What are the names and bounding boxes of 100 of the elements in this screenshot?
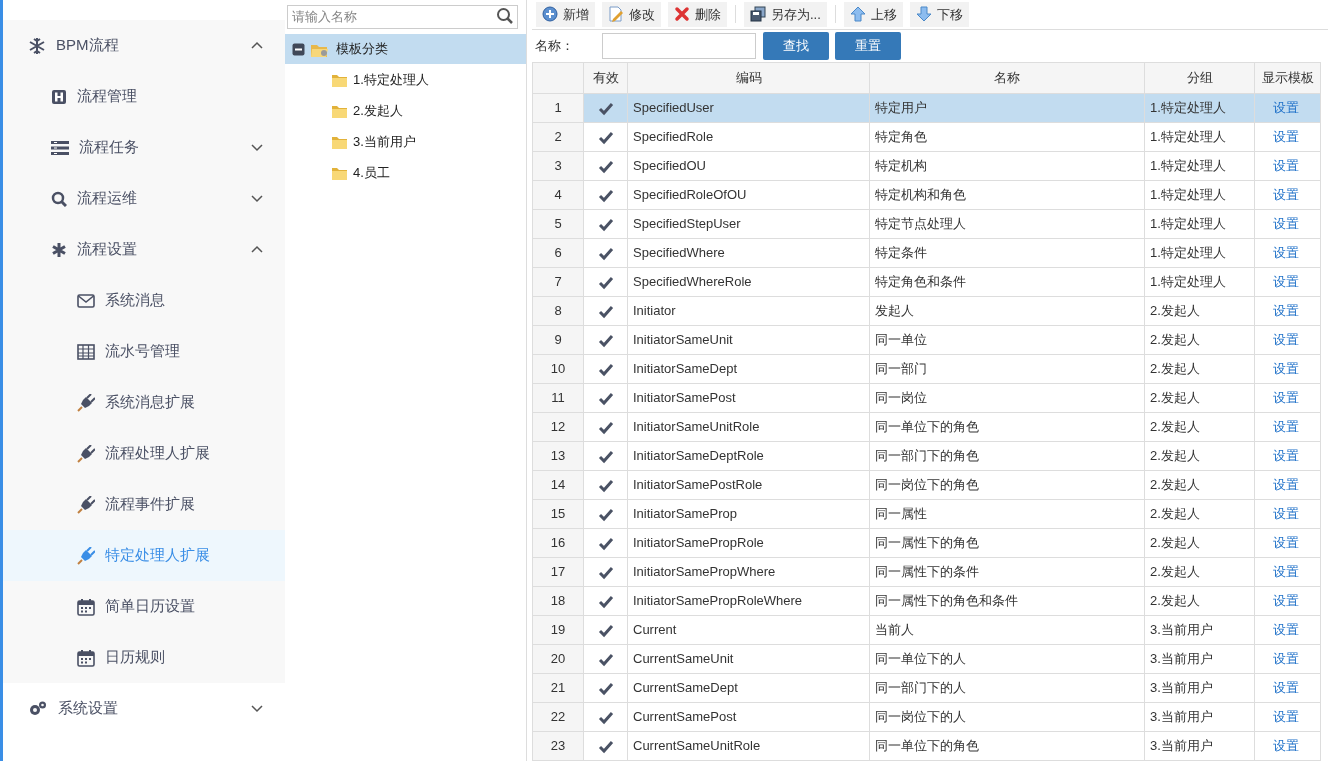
sidebar-item[interactable]: 流程任务: [3, 122, 285, 173]
sidebar-item[interactable]: 流程事件扩展: [3, 479, 285, 530]
table-icon: [77, 342, 95, 361]
table-cell: 2.发起人: [1144, 412, 1255, 442]
table-cell: SpecifiedUser: [627, 93, 870, 123]
table-cell: InitiatorSamePropRoleWhere: [627, 586, 870, 616]
table-cell: 同一单位下的角色: [869, 412, 1145, 442]
sidebar-item[interactable]: 流程设置: [3, 224, 285, 275]
toolbar-button[interactable]: 修改: [602, 1, 661, 27]
sidebar-item[interactable]: 系统消息扩展: [3, 377, 285, 428]
table-cell: 1.特定处理人: [1144, 267, 1255, 297]
table-cell: InitiatorSamePropWhere: [627, 557, 870, 587]
sidebar-item[interactable]: 流程运维: [3, 173, 285, 224]
table-cell: 发起人: [869, 296, 1145, 326]
row-number: 23: [532, 731, 584, 761]
row-number: 19: [532, 615, 584, 645]
filter-button[interactable]: 查找: [763, 31, 829, 60]
toolbar-button[interactable]: 上移: [843, 1, 903, 27]
plug-icon: [77, 393, 95, 412]
gears-icon: [28, 699, 48, 718]
table-cell: 同一属性下的条件: [869, 557, 1145, 587]
table-cell: 3.当前用户: [1144, 731, 1255, 761]
toolbar-button[interactable]: 删除: [668, 1, 727, 27]
search-icon[interactable]: [496, 7, 514, 25]
sidebar-item[interactable]: 流程管理: [3, 71, 285, 122]
plus-icon: [542, 6, 558, 23]
table-cell: SpecifiedRoleOfOU: [627, 180, 870, 210]
table-cell: CurrentSameUnitRole: [627, 731, 870, 761]
list-icon: [51, 138, 69, 157]
table-cell: SpecifiedStepUser: [627, 209, 870, 239]
column-header[interactable]: 编码: [627, 62, 870, 94]
table-cell: InitiatorSameUnitRole: [627, 412, 870, 442]
row-number: 15: [532, 499, 584, 529]
table-cell: 同一单位: [869, 325, 1145, 355]
filter-button[interactable]: 重置: [835, 31, 901, 60]
toolbar-button[interactable]: 下移: [909, 1, 969, 27]
table-cell: 3.当前用户: [1144, 673, 1255, 703]
table-cell: 特定角色: [869, 122, 1145, 152]
snowflake-icon: [28, 36, 46, 55]
table-cell: 2.发起人: [1144, 470, 1255, 500]
row-number: 4: [532, 180, 584, 210]
save-icon: [750, 6, 766, 23]
asterisk-icon: [51, 241, 67, 258]
column-header[interactable]: 显示模板: [1254, 62, 1321, 94]
column-header[interactable]: 名称: [869, 62, 1145, 94]
table-cell: 3.当前用户: [1144, 615, 1255, 645]
table-cell: 1.特定处理人: [1144, 122, 1255, 152]
column-header[interactable]: 分组: [1144, 62, 1255, 94]
tree-node[interactable]: 4.员工: [285, 157, 526, 188]
table-cell: 2.发起人: [1144, 296, 1255, 326]
table-cell: 同一岗位下的人: [869, 702, 1145, 732]
sidebar-item[interactable]: 流程处理人扩展: [3, 428, 285, 479]
tree-node[interactable]: 模板分类: [285, 34, 526, 64]
table-cell: 同一属性下的角色: [869, 528, 1145, 558]
table-cell: 特定条件: [869, 238, 1145, 268]
envelope-icon: [77, 291, 95, 310]
table-cell: 当前人: [869, 615, 1145, 645]
row-number: 2: [532, 122, 584, 152]
search-field[interactable]: 请输入名称: [287, 4, 518, 29]
row-number: 13: [532, 441, 584, 471]
row-number: 9: [532, 325, 584, 355]
column-header[interactable]: 有效: [583, 62, 628, 94]
table-cell: 特定机构: [869, 151, 1145, 181]
sidebar-item[interactable]: 系统消息: [3, 275, 285, 326]
sidebar-item[interactable]: 流水号管理: [3, 326, 285, 377]
table-cell: InitiatorSameProp: [627, 499, 870, 529]
sidebar-item[interactable]: BPM流程: [3, 20, 285, 71]
calendar-icon: [77, 648, 95, 667]
arrow-down-icon: [915, 6, 932, 23]
table-cell: InitiatorSameDeptRole: [627, 441, 870, 471]
table-cell: InitiatorSamePostRole: [627, 470, 870, 500]
table-cell: SpecifiedWhere: [627, 238, 870, 268]
sidebar-item[interactable]: 日历规则: [3, 632, 285, 683]
row-number: 21: [532, 673, 584, 703]
table-cell: SpecifiedWhereRole: [627, 267, 870, 297]
table-cell: 2.发起人: [1144, 557, 1255, 587]
row-number: 14: [532, 470, 584, 500]
table-cell: SpecifiedRole: [627, 122, 870, 152]
sidebar-item[interactable]: 简单日历设置: [3, 581, 285, 632]
table-cell: Initiator: [627, 296, 870, 326]
tree-node[interactable]: 1.特定处理人: [285, 64, 526, 95]
table-cell: Current: [627, 615, 870, 645]
name-field[interactable]: [602, 32, 756, 59]
h-square-icon: [51, 88, 67, 105]
tree-node[interactable]: 2.发起人: [285, 95, 526, 126]
table-cell: 1.特定处理人: [1144, 151, 1255, 181]
tree-node[interactable]: 3.当前用户: [285, 126, 526, 157]
table-cell: 特定角色和条件: [869, 267, 1145, 297]
table-cell: 同一部门: [869, 354, 1145, 384]
table-cell: 1.特定处理人: [1144, 238, 1255, 268]
table-cell: 2.发起人: [1144, 499, 1255, 529]
table-cell: 特定机构和角色: [869, 180, 1145, 210]
toolbar-button[interactable]: 新增: [536, 1, 595, 27]
toolbar-button[interactable]: 另存为...: [744, 1, 827, 27]
table-cell: 同一单位下的角色: [869, 731, 1145, 761]
table-cell: 1.特定处理人: [1144, 180, 1255, 210]
table-cell: InitiatorSamePost: [627, 383, 870, 413]
table-cell: 2.发起人: [1144, 354, 1255, 384]
table-cell: 同一部门下的人: [869, 673, 1145, 703]
row-number: 22: [532, 702, 584, 732]
